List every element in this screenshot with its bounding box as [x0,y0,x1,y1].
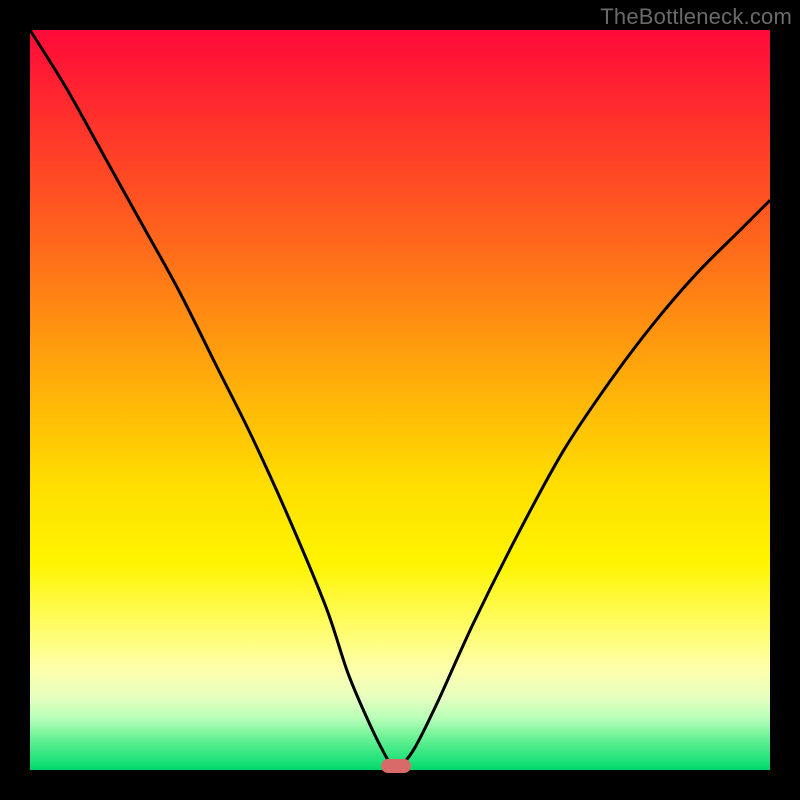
chart-frame: TheBottleneck.com [0,0,800,800]
bottleneck-curve [30,30,770,768]
watermark-text: TheBottleneck.com [600,4,792,30]
plot-area [30,30,770,770]
optimal-marker [381,759,411,773]
curve-layer [30,30,770,770]
